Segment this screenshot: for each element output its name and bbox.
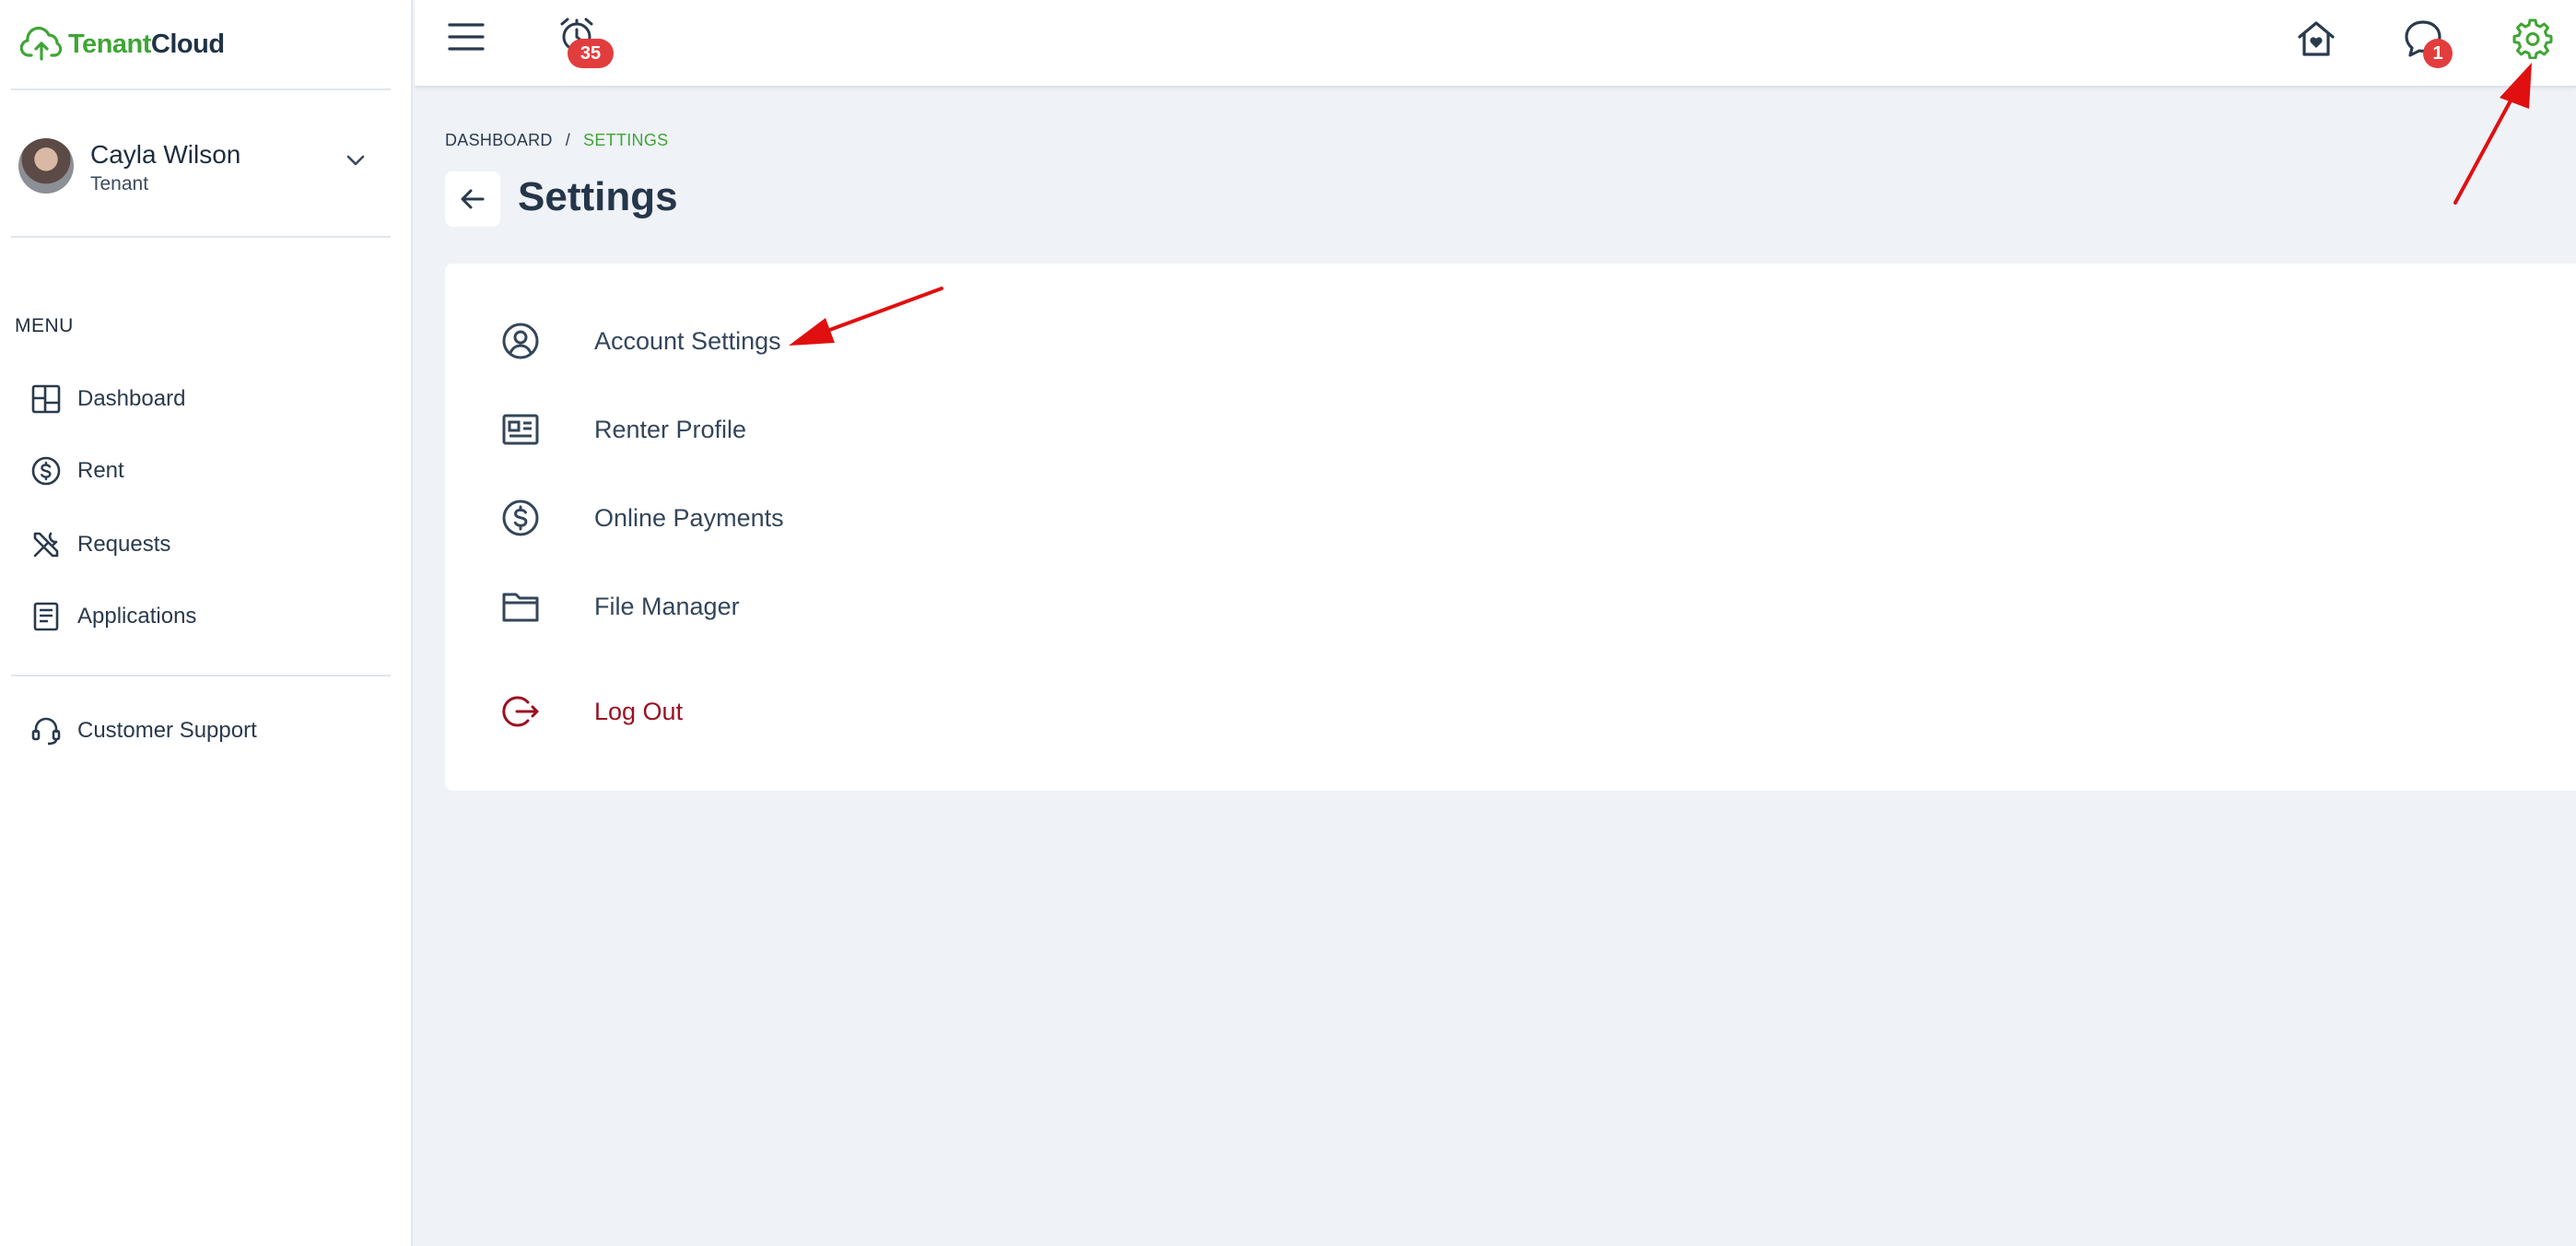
menu-toggle-button[interactable] xyxy=(448,18,485,55)
logout-button[interactable]: Log Out xyxy=(500,684,683,739)
document-icon xyxy=(15,589,77,644)
sidebar-item-label: Dashboard xyxy=(77,386,186,411)
settings-button[interactable] xyxy=(2512,17,2554,59)
arrow-left-icon xyxy=(461,189,485,209)
app-root: TenantCloud Cayla Wilson Tenant MENU Das… xyxy=(0,0,2576,1246)
alarm-notifications-button[interactable]: 35 xyxy=(556,15,630,70)
settings-item-label: Online Payments xyxy=(594,503,784,532)
logout-icon xyxy=(500,684,567,739)
user-role: Tenant xyxy=(90,173,149,194)
settings-item-label: Renter Profile xyxy=(594,415,747,443)
sidebar: TenantCloud Cayla Wilson Tenant MENU Das… xyxy=(0,0,413,1246)
user-circle-icon xyxy=(500,313,567,369)
sidebar-item-label: Applications xyxy=(77,604,197,629)
messages-button[interactable]: 1 xyxy=(2401,17,2456,72)
cloud-upload-icon xyxy=(20,26,63,61)
settings-item-file-manager[interactable]: File Manager xyxy=(500,579,740,634)
hamburger-menu-icon xyxy=(448,23,485,51)
sidebar-item-dashboard[interactable]: Dashboard xyxy=(15,371,392,427)
id-card-icon xyxy=(500,402,567,457)
back-button[interactable] xyxy=(445,171,500,227)
settings-item-renter-profile[interactable]: Renter Profile xyxy=(500,402,746,457)
avatar xyxy=(18,138,74,194)
sidebar-item-label: Customer Support xyxy=(77,718,257,743)
messages-count-badge: 1 xyxy=(2423,39,2453,68)
brand-name-part1: Tenant xyxy=(68,29,151,59)
sidebar-item-label: Requests xyxy=(77,532,171,557)
tools-icon xyxy=(15,517,77,572)
brand-name-part2: Cloud xyxy=(150,29,225,59)
settings-card: Account Settings Renter Profile Online P… xyxy=(445,264,2576,791)
page-title: Settings xyxy=(518,174,678,219)
gear-icon xyxy=(2512,18,2553,59)
headset-icon xyxy=(15,703,77,758)
breadcrumb-dashboard-link[interactable]: DASHBOARD xyxy=(445,131,553,150)
sidebar-divider xyxy=(11,236,391,238)
menu-heading: MENU xyxy=(15,315,74,336)
brand-name: TenantCloud xyxy=(68,29,225,60)
settings-item-label: Log Out xyxy=(594,697,684,725)
settings-item-online-payments[interactable]: Online Payments xyxy=(500,490,784,546)
sidebar-item-label: Rent xyxy=(77,458,124,483)
user-name: Cayla Wilson xyxy=(90,140,241,169)
sidebar-item-rent[interactable]: Rent xyxy=(15,443,392,499)
breadcrumb: DASHBOARD / SETTINGS xyxy=(445,131,668,150)
sidebar-item-customer-support[interactable]: Customer Support xyxy=(15,703,392,758)
home-heart-icon xyxy=(2298,21,2335,56)
chevron-down-icon[interactable] xyxy=(343,147,369,173)
dashboard-grid-icon xyxy=(15,371,77,427)
settings-item-label: Account Settings xyxy=(594,326,781,355)
user-profile-dropdown[interactable]: Cayla Wilson Tenant xyxy=(18,136,387,197)
brand-logo[interactable]: TenantCloud xyxy=(20,22,225,66)
top-bar: 35 1 xyxy=(415,0,2576,88)
sidebar-item-requests[interactable]: Requests xyxy=(15,517,392,572)
sidebar-divider xyxy=(11,88,391,90)
breadcrumb-separator: / xyxy=(565,131,571,149)
sidebar-item-applications[interactable]: Applications xyxy=(15,589,392,644)
alarm-count-badge: 35 xyxy=(568,39,614,68)
folder-icon xyxy=(500,579,567,634)
breadcrumb-current: SETTINGS xyxy=(583,131,669,149)
dollar-circle-icon xyxy=(500,490,567,546)
properties-button[interactable] xyxy=(2294,17,2338,61)
settings-item-label: File Manager xyxy=(594,592,740,620)
sidebar-divider xyxy=(11,675,391,676)
settings-item-account-settings[interactable]: Account Settings xyxy=(500,313,781,369)
dollar-circle-icon xyxy=(15,443,77,499)
